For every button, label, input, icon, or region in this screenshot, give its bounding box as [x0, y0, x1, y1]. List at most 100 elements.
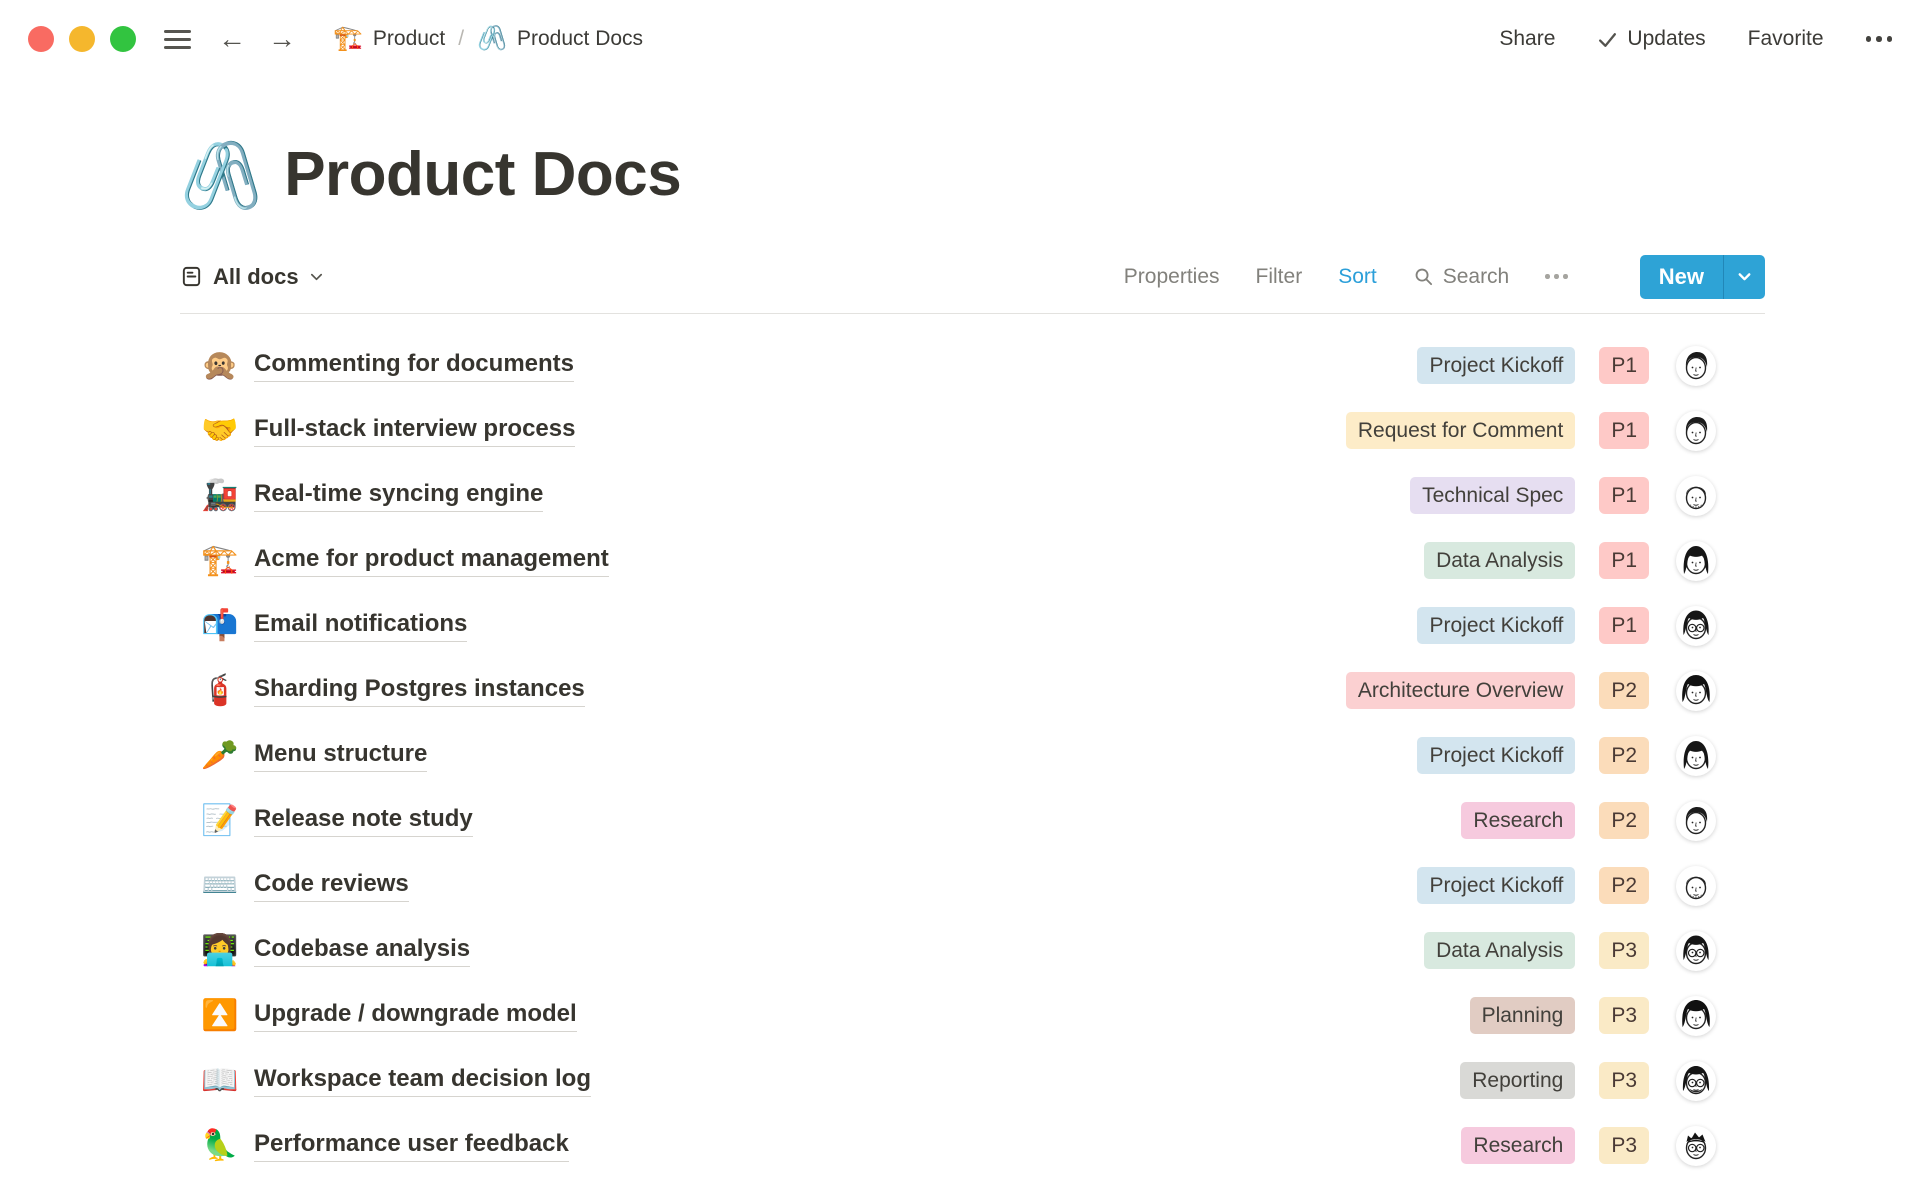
doc-type-tag[interactable]: Project Kickoff	[1417, 867, 1575, 904]
breadcrumb-item-product-docs[interactable]: 🖇️ Product Docs	[477, 27, 643, 51]
priority-badge[interactable]: P1	[1599, 347, 1649, 384]
doc-title-link[interactable]: Real-time syncing engine	[254, 480, 543, 512]
page-icon-paperclips[interactable]: 🖇️	[180, 142, 262, 214]
search-button[interactable]: Search	[1413, 265, 1510, 289]
priority-badge[interactable]: P3	[1599, 1127, 1649, 1164]
back-arrow-icon[interactable]: ←	[218, 25, 246, 53]
close-button[interactable]	[28, 26, 54, 52]
doc-type-tag[interactable]: Research	[1461, 802, 1575, 839]
sidebar-menu-icon[interactable]	[164, 30, 191, 49]
doc-type-tag[interactable]: Project Kickoff	[1417, 737, 1575, 774]
breadcrumb-item-product[interactable]: 🏗️ Product	[333, 27, 445, 51]
forward-arrow-icon[interactable]: →	[268, 25, 296, 53]
assignee-avatar[interactable]	[1676, 801, 1716, 841]
assignee-avatar[interactable]	[1676, 931, 1716, 971]
doc-type-tag[interactable]: Architecture Overview	[1346, 672, 1575, 709]
doc-row[interactable]: 🥕 Menu structure Project Kickoff P2	[180, 723, 1765, 788]
assignee-avatar[interactable]	[1676, 606, 1716, 646]
priority-badge[interactable]: P3	[1599, 1062, 1649, 1099]
doc-type-tag[interactable]: Planning	[1470, 997, 1576, 1034]
assignee-avatar[interactable]	[1676, 736, 1716, 776]
doc-type-tag[interactable]: Request for Comment	[1346, 412, 1575, 449]
toolbar-more-icon[interactable]	[1545, 274, 1568, 279]
assignee-avatar[interactable]	[1676, 1126, 1716, 1166]
assignee-avatar[interactable]	[1676, 671, 1716, 711]
doc-type-tag[interactable]: Project Kickoff	[1417, 347, 1575, 384]
page-title-text: Product Docs	[284, 136, 681, 214]
view-selector[interactable]: All docs	[180, 264, 324, 290]
doc-title-link[interactable]: Sharding Postgres instances	[254, 675, 585, 707]
doc-row[interactable]: 🧯 Sharding Postgres instances Architectu…	[180, 658, 1765, 723]
search-label: Search	[1443, 265, 1510, 289]
priority-badge[interactable]: P2	[1599, 672, 1649, 709]
list-view-icon	[180, 265, 203, 288]
priority-badge[interactable]: P1	[1599, 412, 1649, 449]
doc-row[interactable]: 🦜 Performance user feedback Research P3	[180, 1113, 1765, 1178]
breadcrumb-label: Product	[373, 27, 445, 51]
assignee-avatar[interactable]	[1676, 476, 1716, 516]
doc-type-tag[interactable]: Data Analysis	[1424, 542, 1575, 579]
doc-title-link[interactable]: Performance user feedback	[254, 1130, 569, 1162]
priority-badge[interactable]: P1	[1599, 607, 1649, 644]
share-button[interactable]: Share	[1499, 27, 1555, 51]
properties-button[interactable]: Properties	[1124, 265, 1220, 289]
doc-title-link[interactable]: Menu structure	[254, 740, 427, 772]
doc-row[interactable]: 🙊 Commenting for documents Project Kicko…	[180, 333, 1765, 398]
doc-type-tag[interactable]: Technical Spec	[1410, 477, 1575, 514]
assignee-avatar[interactable]	[1676, 1061, 1716, 1101]
doc-title-link[interactable]: Acme for product management	[254, 545, 609, 577]
doc-row[interactable]: 📝 Release note study Research P2	[180, 788, 1765, 853]
doc-row[interactable]: 🤝 Full-stack interview process Request f…	[180, 398, 1765, 463]
doc-icon: 📖	[200, 1066, 240, 1096]
priority-badge[interactable]: P2	[1599, 802, 1649, 839]
zoom-button[interactable]	[110, 26, 136, 52]
assignee-avatar[interactable]	[1676, 541, 1716, 581]
view-selector-label: All docs	[213, 264, 299, 290]
priority-badge[interactable]: P1	[1599, 477, 1649, 514]
doc-title-link[interactable]: Codebase analysis	[254, 935, 470, 967]
doc-title-link[interactable]: Full-stack interview process	[254, 415, 575, 447]
doc-type-tag[interactable]: Research	[1461, 1127, 1575, 1164]
toolbar-divider	[180, 313, 1765, 315]
doc-type-tag[interactable]: Project Kickoff	[1417, 607, 1575, 644]
doc-row[interactable]: ⏫ Upgrade / downgrade model Planning P3	[180, 983, 1765, 1048]
new-button-group: New	[1640, 255, 1765, 299]
doc-title-link[interactable]: Commenting for documents	[254, 350, 574, 382]
assignee-avatar[interactable]	[1676, 346, 1716, 386]
assignee-avatar[interactable]	[1676, 866, 1716, 906]
doc-row[interactable]: 🏗️ Acme for product management Data Anal…	[180, 528, 1765, 593]
priority-badge[interactable]: P3	[1599, 997, 1649, 1034]
filter-button[interactable]: Filter	[1256, 265, 1303, 289]
doc-title-link[interactable]: Release note study	[254, 805, 473, 837]
check-icon	[1597, 29, 1618, 50]
sort-button[interactable]: Sort	[1338, 265, 1377, 289]
breadcrumb: 🏗️ Product / 🖇️ Product Docs	[333, 27, 643, 51]
doc-icon: 📝	[200, 806, 240, 836]
new-dropdown-button[interactable]	[1723, 255, 1765, 299]
assignee-avatar[interactable]	[1676, 411, 1716, 451]
priority-badge[interactable]: P1	[1599, 542, 1649, 579]
crane-icon: 🏗️	[333, 27, 363, 51]
more-options-icon[interactable]	[1866, 36, 1893, 42]
paperclips-icon: 🖇️	[477, 27, 507, 51]
doc-title-link[interactable]: Workspace team decision log	[254, 1065, 591, 1097]
assignee-avatar[interactable]	[1676, 996, 1716, 1036]
updates-button[interactable]: Updates	[1597, 27, 1705, 51]
favorite-button[interactable]: Favorite	[1748, 27, 1824, 51]
doc-row[interactable]: 📬 Email notifications Project Kickoff P1	[180, 593, 1765, 658]
doc-icon: 👩‍💻	[200, 936, 240, 966]
doc-title-link[interactable]: Upgrade / downgrade model	[254, 1000, 577, 1032]
doc-row[interactable]: 🚂 Real-time syncing engine Technical Spe…	[180, 463, 1765, 528]
doc-row[interactable]: 👩‍💻 Codebase analysis Data Analysis P3	[180, 918, 1765, 983]
doc-type-tag[interactable]: Data Analysis	[1424, 932, 1575, 969]
doc-row[interactable]: ⌨️ Code reviews Project Kickoff P2	[180, 853, 1765, 918]
priority-badge[interactable]: P3	[1599, 932, 1649, 969]
doc-type-tag[interactable]: Reporting	[1460, 1062, 1575, 1099]
new-button[interactable]: New	[1640, 255, 1723, 299]
priority-badge[interactable]: P2	[1599, 737, 1649, 774]
minimize-button[interactable]	[69, 26, 95, 52]
doc-row[interactable]: 📖 Workspace team decision log Reporting …	[180, 1048, 1765, 1113]
doc-title-link[interactable]: Code reviews	[254, 870, 409, 902]
priority-badge[interactable]: P2	[1599, 867, 1649, 904]
doc-title-link[interactable]: Email notifications	[254, 610, 467, 642]
